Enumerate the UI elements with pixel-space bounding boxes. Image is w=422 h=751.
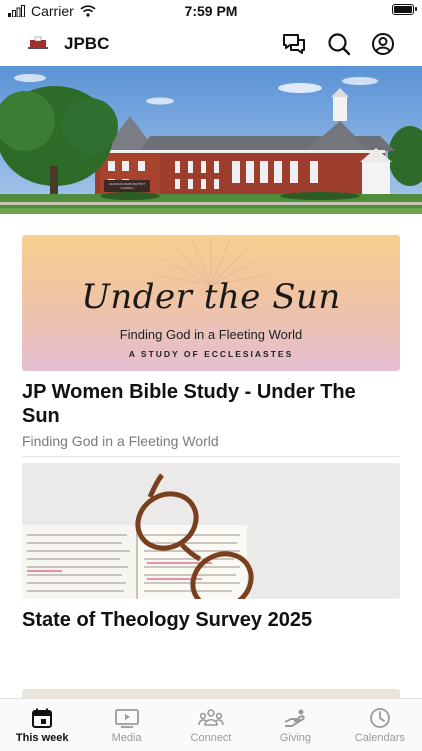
status-time: 7:59 PM (184, 3, 238, 19)
glasses-on-book-image (22, 463, 400, 599)
tab-label: Connect (190, 732, 232, 744)
event-card[interactable]: State of Theology Survey 2025 (22, 463, 400, 632)
card-title[interactable]: State of Theology Survey 2025 (22, 608, 400, 632)
battery-icon (392, 4, 417, 15)
messages-icon[interactable] (281, 31, 307, 57)
tab-label: Media (111, 732, 142, 744)
tab-bar: This week Media Connect Giving Calendars (0, 698, 422, 751)
status-bar: Carrier 7:59 PM (0, 0, 422, 22)
banner-tagline: A STUDY OF ECCLESIASTES (128, 349, 294, 359)
hero-church-photo: JACKSON PARK BAPTIST CHURCH (0, 66, 422, 214)
search-icon[interactable] (326, 31, 352, 57)
tab-connect[interactable]: Connect (169, 699, 253, 751)
next-card-image (22, 689, 400, 698)
connect-icon (198, 709, 224, 726)
media-icon (114, 709, 139, 728)
app-title: JPBC (64, 34, 110, 53)
calendar-icon (32, 708, 53, 728)
under-the-sun-banner: Under the Sun Finding God in a Fleeting … (22, 235, 400, 371)
profile-icon[interactable] (370, 31, 396, 57)
clock-icon (369, 708, 390, 728)
card-subtitle: Finding God in a Fleeting World (22, 433, 219, 449)
tab-this-week[interactable]: This week (0, 699, 84, 751)
tab-calendars[interactable]: Calendars (338, 699, 422, 751)
banner-title: Under the Sun (81, 277, 341, 317)
tab-label: Calendars (354, 732, 405, 744)
tab-media[interactable]: Media (84, 699, 168, 751)
card-title[interactable]: JP Women Bible Study - Under The Sun (22, 380, 400, 428)
tab-giving[interactable]: Giving (253, 699, 337, 751)
tab-label: This week (15, 732, 69, 744)
glasses-bible-image (22, 463, 400, 599)
tab-label: Giving (279, 732, 312, 744)
church-logo-icon[interactable] (28, 36, 48, 50)
app-header: JPBC (0, 22, 422, 66)
giving-icon (284, 709, 306, 727)
banner-subtitle: Finding God in a Fleeting World (119, 327, 303, 342)
church-sign-text: JACKSON PARK BAPTIST CHURCH (108, 182, 146, 190)
battery-fill (394, 6, 412, 13)
event-card[interactable]: Under the Sun Finding God in a Fleeting … (22, 235, 400, 449)
divider (22, 456, 400, 457)
church-building-image (0, 66, 422, 214)
